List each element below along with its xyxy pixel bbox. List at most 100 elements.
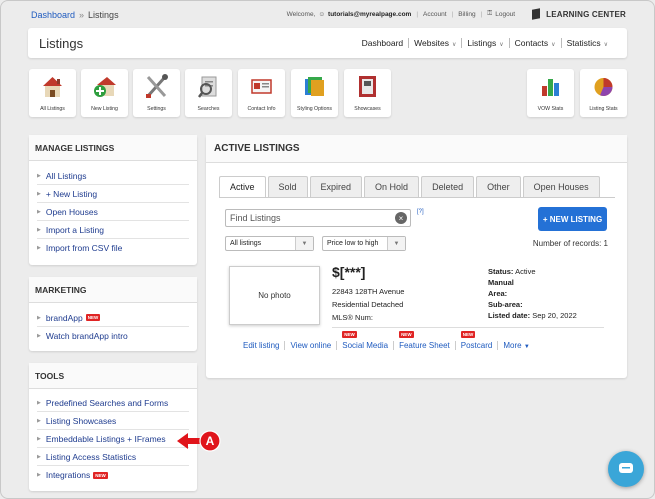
tab-sold[interactable]: Sold bbox=[267, 176, 308, 197]
house-icon bbox=[43, 77, 62, 97]
nav-label: Contacts bbox=[514, 38, 549, 48]
tile-new-listing[interactable]: New Listing bbox=[81, 69, 128, 117]
tile-styling-options[interactable]: Styling Options bbox=[291, 69, 338, 117]
manual-label: Manual bbox=[488, 278, 514, 287]
divider: | bbox=[416, 10, 419, 18]
callout-label: A bbox=[206, 434, 215, 448]
breadcrumb-listings: Listings bbox=[88, 10, 119, 20]
triangle-icon: ▶ bbox=[37, 417, 41, 424]
more-dropdown[interactable]: More ▼ bbox=[497, 341, 534, 350]
triangle-icon: ▶ bbox=[37, 435, 41, 442]
feature-sheet-link[interactable]: NEW Feature Sheet bbox=[393, 331, 455, 350]
tile-label: Showcases bbox=[354, 106, 381, 112]
clear-icon[interactable]: × bbox=[395, 212, 407, 224]
tile-contact-info[interactable]: Contact Info bbox=[238, 69, 285, 117]
action-label: Feature Sheet bbox=[399, 341, 450, 350]
menu-item-integrations[interactable]: ▶ Integrations NEW bbox=[37, 466, 189, 484]
menu-label: Import from CSV file bbox=[45, 243, 123, 253]
nav-contacts[interactable]: Contacts ∨ bbox=[508, 38, 561, 48]
tab-deleted[interactable]: Deleted bbox=[421, 176, 475, 197]
tab-open-houses[interactable]: Open Houses bbox=[522, 176, 600, 197]
new-badge: NEW bbox=[93, 471, 108, 479]
marketing-menu: ▶ brandApp NEW ▶ Watch brandApp intro bbox=[29, 303, 197, 345]
triangle-icon: ▶ bbox=[37, 314, 41, 321]
action-label: Edit listing bbox=[243, 341, 280, 350]
listing-photo[interactable]: No photo bbox=[229, 266, 320, 325]
filter-select[interactable]: All listings ▼ bbox=[225, 236, 314, 251]
menu-item-brandapp[interactable]: ▶ brandApp NEW bbox=[37, 309, 189, 327]
menu-item-import-listing[interactable]: ▶ Import a Listing bbox=[37, 221, 189, 239]
triangle-icon: ▶ bbox=[37, 226, 41, 233]
tab-expired[interactable]: Expired bbox=[309, 176, 363, 197]
sort-select[interactable]: Price low to high ▼ bbox=[322, 236, 406, 251]
listing-date: Listed date: Sep 20, 2022 bbox=[488, 311, 577, 320]
view-online-link[interactable]: View online bbox=[284, 341, 336, 350]
menu-label: All Listings bbox=[45, 170, 87, 181]
new-badge: NEW bbox=[460, 331, 476, 338]
tile-label: All Listings bbox=[40, 106, 65, 112]
tab-other[interactable]: Other bbox=[476, 176, 521, 197]
breadcrumb-dashboard[interactable]: Dashboard bbox=[31, 10, 75, 20]
book-icon bbox=[532, 8, 541, 20]
listing-subarea: Sub-area: bbox=[488, 300, 523, 309]
manage-listings-menu: ▶ All Listings ▶ + New Listing ▶ Open House… bbox=[29, 161, 197, 257]
tile-vow-stats[interactable]: VOW Stats bbox=[527, 69, 574, 117]
panel-title: ACTIVE LISTINGS bbox=[206, 135, 627, 163]
menu-item-access-statistics[interactable]: ▶ Listing Access Statistics bbox=[37, 448, 189, 466]
menu-item-import-csv[interactable]: ▶ Import from CSV file bbox=[37, 239, 189, 257]
menu-item-open-houses[interactable]: ▶ Open Houses bbox=[37, 203, 189, 221]
new-badge: NEW bbox=[342, 331, 357, 338]
quick-tiles: All Listings New Listing Settings Search… bbox=[1, 69, 654, 117]
chevron-down-icon: ∨ bbox=[551, 42, 556, 48]
tile-settings[interactable]: Settings bbox=[133, 69, 180, 117]
new-listing-button[interactable]: + NEW LISTING bbox=[538, 207, 607, 231]
tools-menu: ▶ Predefined Searches and Forms ▶ Listing … bbox=[29, 389, 197, 484]
account-link[interactable]: Account bbox=[423, 11, 447, 18]
filter-value: All listings bbox=[230, 240, 262, 247]
nav-label: Websites bbox=[414, 38, 449, 48]
chat-help-button[interactable] bbox=[608, 451, 644, 487]
nav-websites[interactable]: Websites ∨ bbox=[408, 38, 461, 48]
search-input[interactable]: Find Listings × bbox=[225, 209, 411, 227]
tile-all-listings[interactable]: All Listings bbox=[29, 69, 76, 117]
nav-listings[interactable]: Listings ∨ bbox=[461, 38, 508, 48]
page-title: Listings bbox=[39, 36, 84, 51]
listing-card: No photo $[***] 22843 128TH Avenue Resid… bbox=[225, 264, 605, 327]
tile-listing-stats[interactable]: Listing Stats bbox=[580, 69, 627, 117]
panel-title: MANAGE LISTINGS bbox=[29, 135, 197, 161]
social-media-link[interactable]: NEW Social Media bbox=[336, 331, 393, 350]
magnifier-docs-icon bbox=[198, 76, 217, 98]
menu-item-all-listings[interactable]: ▶ All Listings bbox=[37, 167, 189, 185]
menu-label: + New Listing bbox=[45, 188, 98, 199]
menu-item-embeddable-listings[interactable]: ▶ Embeddable Listings + IFrames bbox=[37, 430, 189, 448]
tile-showcases[interactable]: Showcases bbox=[344, 69, 391, 117]
area-label: Area: bbox=[488, 289, 508, 298]
logout-link[interactable]: Logout bbox=[495, 11, 515, 18]
nav-label: Statistics bbox=[566, 38, 601, 48]
learning-center-link[interactable]: LEARNING CENTER bbox=[532, 8, 626, 20]
nav-statistics[interactable]: Statistics ∨ bbox=[560, 38, 613, 48]
tools-icon bbox=[146, 74, 168, 98]
postcard-link[interactable]: NEW Postcard bbox=[454, 331, 498, 350]
tab-on-hold[interactable]: On Hold bbox=[364, 176, 420, 197]
listing-area: Area: bbox=[488, 289, 507, 298]
billing-link[interactable]: Billing bbox=[458, 11, 475, 18]
tab-active[interactable]: Active bbox=[219, 176, 266, 197]
menu-item-predefined-searches[interactable]: ▶ Predefined Searches and Forms bbox=[37, 394, 189, 412]
menu-item-new-listing[interactable]: ▶ + New Listing bbox=[37, 185, 189, 203]
menu-item-brandapp-intro[interactable]: ▶ Watch brandApp intro bbox=[37, 327, 189, 345]
tile-searches[interactable]: Searches bbox=[185, 69, 232, 117]
search-placeholder: Find Listings bbox=[230, 213, 281, 223]
menu-item-listing-showcases[interactable]: ▶ Listing Showcases bbox=[37, 412, 189, 430]
help-link[interactable]: [?] bbox=[417, 209, 424, 215]
nav-dashboard[interactable]: Dashboard bbox=[357, 38, 409, 48]
active-listings-panel: ACTIVE LISTINGS Active Sold Expired On H… bbox=[206, 135, 627, 378]
welcome-text: Welcome, bbox=[286, 10, 316, 18]
listing-price: $[***] bbox=[332, 264, 366, 280]
chevron-down-icon: ∨ bbox=[451, 42, 457, 48]
top-bar: Dashboard » Listings Welcome, ☺ tutorials@… bbox=[1, 1, 654, 27]
records-count: Number of records: 1 bbox=[532, 239, 608, 248]
contact-card-icon bbox=[251, 79, 272, 94]
edit-listing-link[interactable]: Edit listing bbox=[238, 341, 284, 350]
menu-label: Embeddable Listings + IFrames bbox=[45, 433, 166, 444]
